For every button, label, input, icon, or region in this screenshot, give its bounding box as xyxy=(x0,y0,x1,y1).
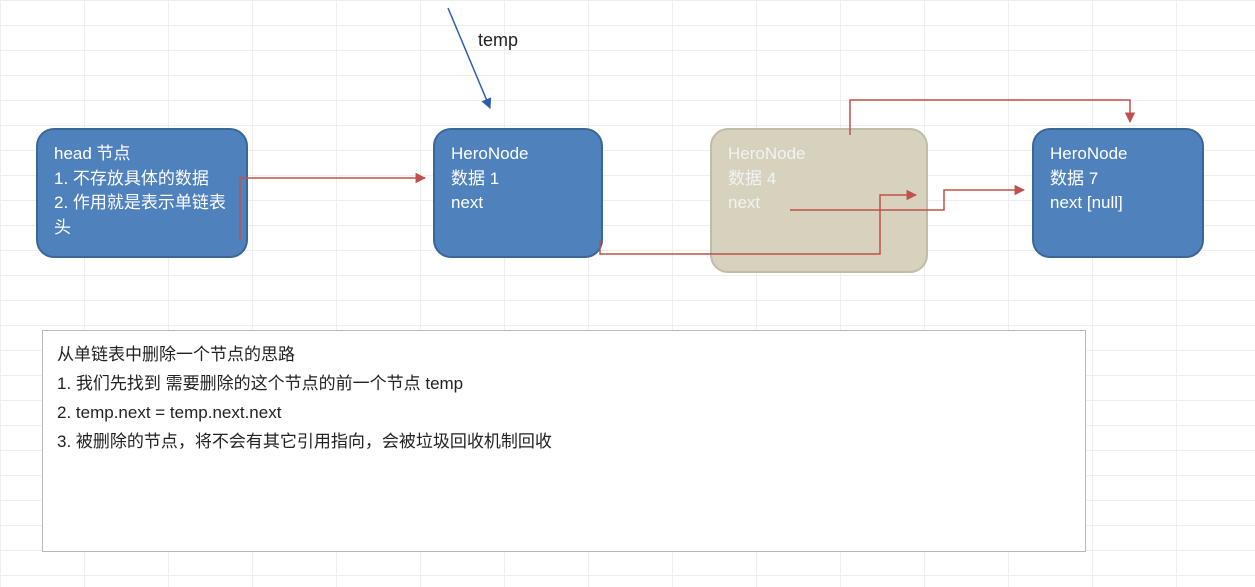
hero-node-1-title: HeroNode xyxy=(451,142,585,167)
hero-node-4-next: next xyxy=(728,191,910,216)
head-node-line2: 2. 作用就是表示单链表头 xyxy=(54,191,230,240)
explanation-box: 从单链表中删除一个节点的思路 1. 我们先找到 需要删除的这个节点的前一个节点 … xyxy=(42,330,1086,552)
hero-node-7: HeroNode 数据 7 next [null] xyxy=(1032,128,1204,258)
head-node-title: head 节点 xyxy=(54,142,230,167)
hero-node-7-title: HeroNode xyxy=(1050,142,1186,167)
hero-node-1-data: 数据 1 xyxy=(451,167,585,192)
explain-step-1: 1. 我们先找到 需要删除的这个节点的前一个节点 temp xyxy=(57,370,1071,399)
head-node-line1: 1. 不存放具体的数据 xyxy=(54,167,230,192)
explain-title: 从单链表中删除一个节点的思路 xyxy=(57,341,1071,370)
temp-label: temp xyxy=(478,30,518,51)
explain-step-3: 3. 被删除的节点，将不会有其它引用指向，会被垃圾回收机制回收 xyxy=(57,428,1071,457)
explain-step-2: 2. temp.next = temp.next.next xyxy=(57,399,1071,428)
hero-node-7-data: 数据 7 xyxy=(1050,167,1186,192)
hero-node-4-deleted: HeroNode 数据 4 next xyxy=(710,128,928,273)
arrow-head-to-node1 xyxy=(240,178,425,240)
hero-node-7-next: next [null] xyxy=(1050,191,1186,216)
head-node: head 节点 1. 不存放具体的数据 2. 作用就是表示单链表头 xyxy=(36,128,248,258)
hero-node-1-next: next xyxy=(451,191,585,216)
hero-node-4-data: 数据 4 xyxy=(728,167,910,192)
hero-node-4-title: HeroNode xyxy=(728,142,910,167)
arrow-temp xyxy=(448,8,490,108)
hero-node-1: HeroNode 数据 1 next xyxy=(433,128,603,258)
